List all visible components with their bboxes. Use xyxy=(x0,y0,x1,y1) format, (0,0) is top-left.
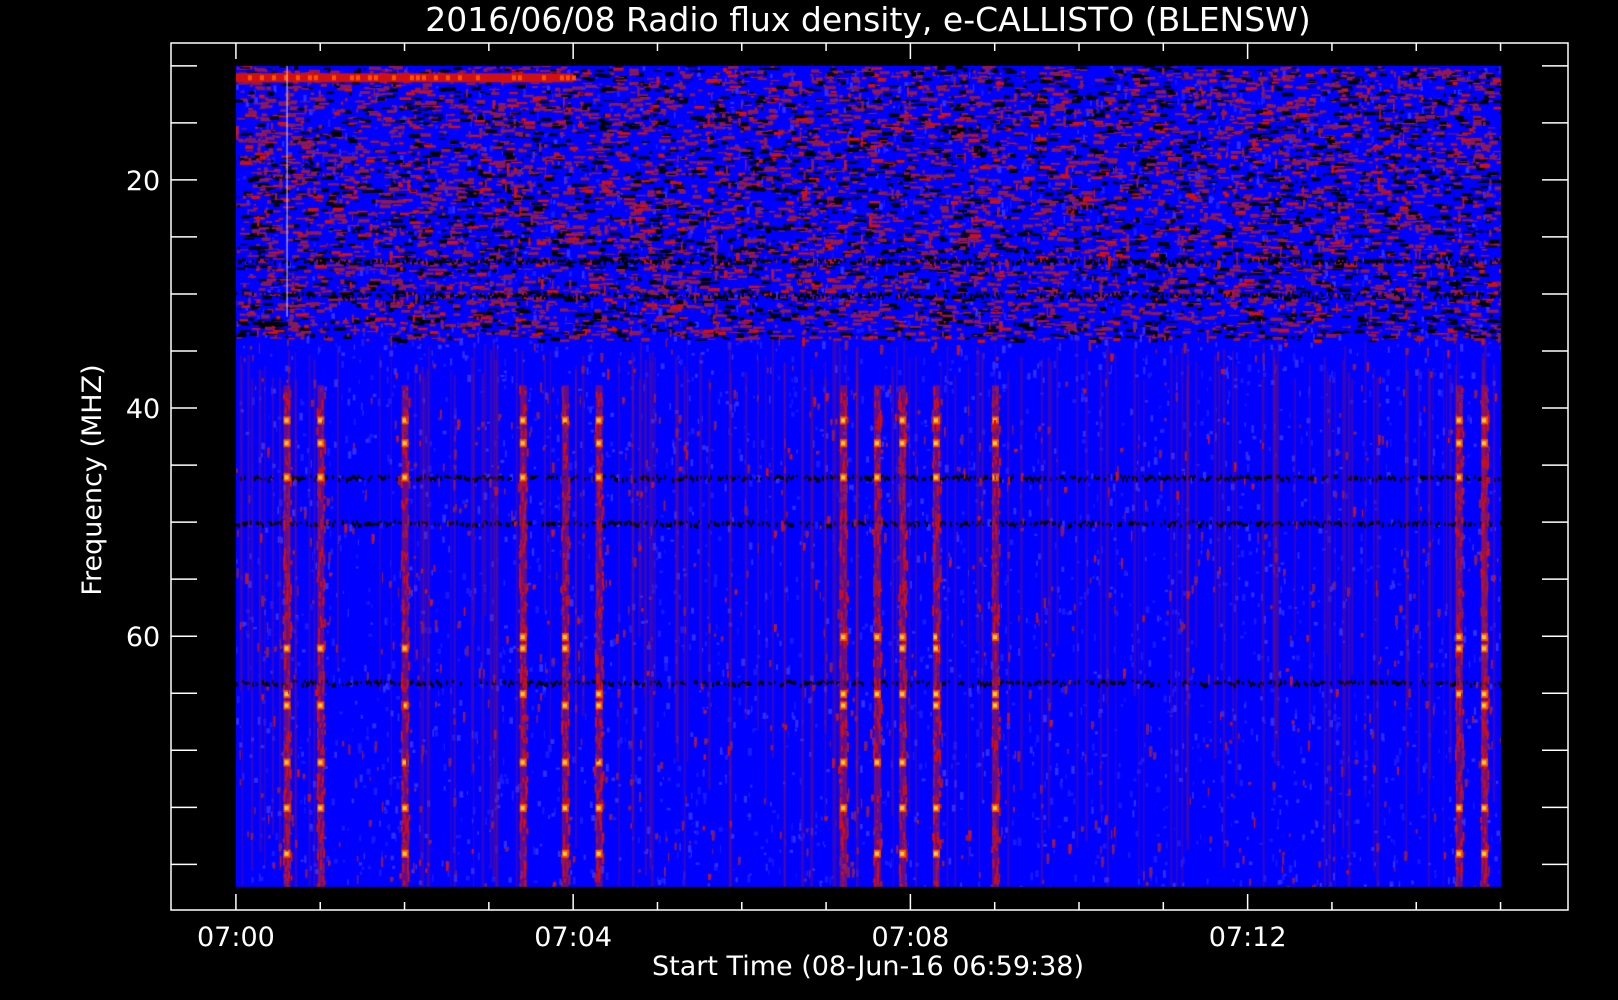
y-tick-label: 20 xyxy=(126,166,160,197)
y-tick-label: 40 xyxy=(126,394,160,425)
y-axis-label: Frequency (MHZ) xyxy=(77,364,108,595)
x-tick-label: 07:12 xyxy=(1209,922,1287,953)
heatmap-image xyxy=(235,65,1501,887)
y-tick-label: 60 xyxy=(126,622,160,653)
chart-title: 2016/06/08 Radio flux density, e-CALLIST… xyxy=(425,0,1310,39)
x-tick-label: 07:04 xyxy=(534,922,612,953)
heatmap-raster xyxy=(235,65,1501,887)
x-tick-label: 07:00 xyxy=(197,922,275,953)
x-axis-label: Start Time (08-Jun-16 06:59:38) xyxy=(652,951,1084,982)
spectrogram-chart: 2016/06/08 Radio flux density, e-CALLIST… xyxy=(0,0,1618,1000)
x-tick-label: 07:08 xyxy=(871,922,949,953)
